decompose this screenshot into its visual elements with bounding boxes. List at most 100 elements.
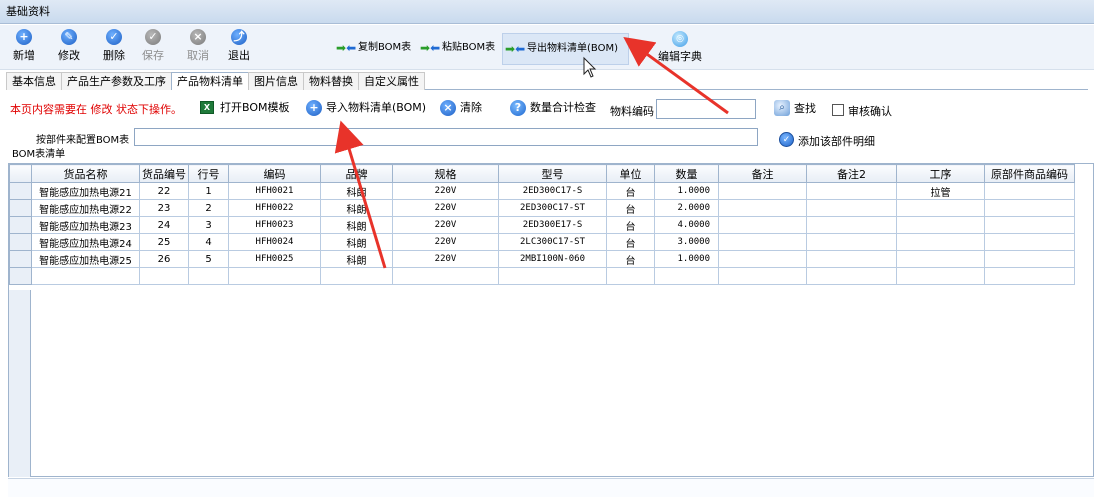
qty-check-button[interactable]: ? 数量合计检查 bbox=[510, 99, 596, 117]
cell-line-no[interactable]: 5 bbox=[188, 250, 229, 268]
cell-quantity[interactable]: 1.0000 bbox=[654, 250, 719, 268]
cell-remark2[interactable] bbox=[806, 233, 897, 251]
cell-remark2[interactable] bbox=[806, 216, 897, 234]
cell-code[interactable]: HFH0023 bbox=[228, 216, 321, 234]
cell-product-no[interactable] bbox=[139, 267, 189, 285]
import-bom-button[interactable]: + 导入物料清单(BOM) bbox=[306, 99, 426, 117]
cell-brand[interactable]: 科朗 bbox=[320, 250, 393, 268]
table-row[interactable]: 智能感应加热电源21 22 1 HFH0021 科朗 220V 2ED300C1… bbox=[9, 182, 1075, 200]
cell-spec[interactable]: 220V bbox=[392, 233, 499, 251]
cell-remark[interactable] bbox=[718, 182, 807, 200]
cell-remark[interactable] bbox=[718, 233, 807, 251]
audit-confirm-checkbox[interactable] bbox=[832, 104, 844, 116]
column-header[interactable]: 品牌 bbox=[320, 164, 393, 183]
column-header[interactable]: 备注2 bbox=[806, 164, 897, 183]
export-bom-button[interactable]: ➡⬅ 导出物料清单(BOM) bbox=[502, 33, 629, 65]
cell-process[interactable] bbox=[896, 267, 985, 285]
cell-original-part-code[interactable] bbox=[984, 216, 1075, 234]
tab-images[interactable]: 图片信息 bbox=[248, 72, 304, 90]
cell-model[interactable]: 2ED300C17-ST bbox=[498, 199, 607, 217]
table-row[interactable]: 智能感应加热电源22 23 2 HFH0022 科朗 220V 2ED300C1… bbox=[9, 199, 1075, 217]
cell-remark[interactable] bbox=[718, 250, 807, 268]
column-header[interactable]: 备注 bbox=[718, 164, 807, 183]
cell-spec[interactable]: 220V bbox=[392, 216, 499, 234]
cell-remark2[interactable] bbox=[806, 182, 897, 200]
cell-product-name[interactable]: 智能感应加热电源21 bbox=[31, 182, 140, 200]
column-header[interactable]: 数量 bbox=[654, 164, 719, 183]
cell-quantity[interactable] bbox=[654, 267, 719, 285]
cell-product-name[interactable]: 智能感应加热电源22 bbox=[31, 199, 140, 217]
cell-product-no[interactable]: 23 bbox=[139, 199, 189, 217]
cell-unit[interactable]: 台 bbox=[606, 233, 655, 251]
delete-button[interactable]: ✓ 删除 bbox=[94, 28, 134, 66]
cell-process[interactable] bbox=[896, 250, 985, 268]
column-header[interactable]: 货品名称 bbox=[31, 164, 140, 183]
cell-original-part-code[interactable] bbox=[984, 182, 1075, 200]
material-code-input[interactable] bbox=[656, 99, 756, 119]
cell-original-part-code[interactable] bbox=[984, 250, 1075, 268]
paste-bom-button[interactable]: ➡⬅ 粘贴BOM表 bbox=[418, 37, 495, 59]
cell-brand[interactable]: 科朗 bbox=[320, 182, 393, 200]
cell-unit[interactable]: 台 bbox=[606, 250, 655, 268]
column-header[interactable]: 行号 bbox=[188, 164, 229, 183]
cell-model[interactable] bbox=[498, 267, 607, 285]
tab-bom[interactable]: 产品物料清单 bbox=[171, 72, 249, 90]
cell-remark[interactable] bbox=[718, 216, 807, 234]
cell-unit[interactable] bbox=[606, 267, 655, 285]
edit-button[interactable]: ✎ 修改 bbox=[49, 28, 89, 66]
cell-unit[interactable]: 台 bbox=[606, 182, 655, 200]
cell-process[interactable] bbox=[896, 199, 985, 217]
cell-product-no[interactable]: 26 bbox=[139, 250, 189, 268]
cell-model[interactable]: 2MBI100N-060 bbox=[498, 250, 607, 268]
cell-quantity[interactable]: 4.0000 bbox=[654, 216, 719, 234]
cell-spec[interactable] bbox=[392, 267, 499, 285]
cell-line-no[interactable]: 3 bbox=[188, 216, 229, 234]
row-header[interactable] bbox=[9, 216, 32, 234]
cell-product-no[interactable]: 22 bbox=[139, 182, 189, 200]
cell-remark[interactable] bbox=[718, 267, 807, 285]
cell-original-part-code[interactable] bbox=[984, 267, 1075, 285]
tab-basic-info[interactable]: 基本信息 bbox=[6, 72, 62, 90]
cell-code[interactable]: HFH0024 bbox=[228, 233, 321, 251]
config-by-part-input[interactable] bbox=[134, 128, 758, 146]
cell-code[interactable]: HFH0021 bbox=[228, 182, 321, 200]
open-template-button[interactable]: X 打开BOM模板 bbox=[200, 99, 290, 117]
add-part-detail-checkbox[interactable]: ✓ bbox=[779, 132, 794, 147]
table-row[interactable]: 智能感应加热电源25 26 5 HFH0025 科朗 220V 2MBI100N… bbox=[9, 250, 1075, 268]
row-header[interactable] bbox=[9, 233, 32, 251]
cell-spec[interactable]: 220V bbox=[392, 199, 499, 217]
cell-line-no[interactable]: 4 bbox=[188, 233, 229, 251]
cell-remark2[interactable] bbox=[806, 199, 897, 217]
cell-quantity[interactable]: 3.0000 bbox=[654, 233, 719, 251]
cell-product-name[interactable]: 智能感应加热电源23 bbox=[31, 216, 140, 234]
cell-line-no[interactable] bbox=[188, 267, 229, 285]
new-button[interactable]: + 新增 bbox=[4, 28, 44, 66]
edit-dict-button[interactable]: ◎ 编辑字典 bbox=[650, 31, 710, 67]
cell-line-no[interactable]: 2 bbox=[188, 199, 229, 217]
cell-code[interactable]: HFH0022 bbox=[228, 199, 321, 217]
row-header[interactable] bbox=[9, 250, 32, 268]
cell-spec[interactable]: 220V bbox=[392, 250, 499, 268]
cell-code[interactable] bbox=[228, 267, 321, 285]
cell-product-no[interactable]: 25 bbox=[139, 233, 189, 251]
column-header[interactable]: 单位 bbox=[606, 164, 655, 183]
clear-button[interactable]: × 清除 bbox=[440, 99, 482, 117]
cell-remark2[interactable] bbox=[806, 250, 897, 268]
row-header[interactable] bbox=[9, 199, 32, 217]
cell-model[interactable]: 2LC300C17-ST bbox=[498, 233, 607, 251]
cell-quantity[interactable]: 1.0000 bbox=[654, 182, 719, 200]
exit-button[interactable]: ⤴ 退出 bbox=[219, 28, 259, 66]
cell-product-no[interactable]: 24 bbox=[139, 216, 189, 234]
tab-material-replace[interactable]: 物料替换 bbox=[303, 72, 359, 90]
cell-line-no[interactable]: 1 bbox=[188, 182, 229, 200]
tab-production-params[interactable]: 产品生产参数及工序 bbox=[61, 72, 172, 90]
cell-code[interactable]: HFH0025 bbox=[228, 250, 321, 268]
cell-original-part-code[interactable] bbox=[984, 233, 1075, 251]
table-row-new[interactable] bbox=[9, 267, 1075, 285]
cell-process[interactable]: 拉管 bbox=[896, 182, 985, 200]
column-header[interactable]: 编码 bbox=[228, 164, 321, 183]
search-button[interactable]: ⌕ 查找 bbox=[774, 100, 816, 118]
cell-brand[interactable]: 科朗 bbox=[320, 216, 393, 234]
table-row[interactable]: 智能感应加热电源24 25 4 HFH0024 科朗 220V 2LC300C1… bbox=[9, 233, 1075, 251]
cell-product-name[interactable]: 智能感应加热电源24 bbox=[31, 233, 140, 251]
